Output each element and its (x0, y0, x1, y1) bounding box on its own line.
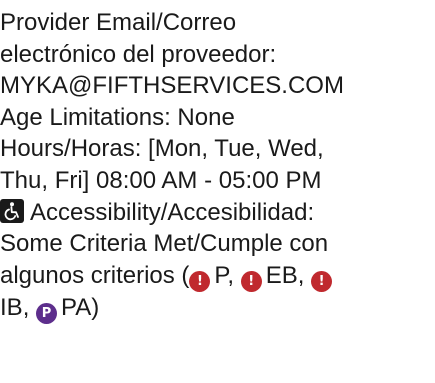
criteria-code-ib: IB (0, 293, 23, 321)
age-limitations: Age Limitations: None (0, 103, 235, 131)
exclamation-circle-icon: ! (311, 270, 333, 292)
accessibility-label: Accessibility/Accesibilidad: (30, 198, 315, 226)
hours-line1: Hours/Horas: [Mon, Tue, Wed, (0, 135, 324, 163)
wheelchair-icon (0, 198, 24, 223)
accessibility-status: Some Criteria Met/Cumple con (0, 230, 329, 258)
accessibility-criteria-line-2: IB, P PA) (0, 292, 435, 324)
exclamation-circle-icon: ! (189, 270, 211, 292)
criteria-separator: , (22, 293, 37, 321)
parking-circle-icon: P (36, 302, 58, 324)
accessibility-heading: Accessibility/Accesibilidad: (0, 197, 435, 229)
hours-line2: Thu, Fri] 08:00 AM - 05:00 PM (0, 166, 322, 194)
criteria-code-pa: PA (61, 293, 92, 321)
criteria-code-eb: EB (265, 261, 298, 289)
accessibility-criteria-line: algunos criterios (! P, ! EB, ! (0, 260, 435, 292)
provider-email-label-line1: Provider Email/Correo (0, 9, 237, 36)
criteria-close: ) (91, 293, 100, 321)
exclamation-circle-icon: ! (240, 270, 262, 292)
criteria-prefix: algunos criterios ( (0, 261, 190, 289)
provider-info-card: Provider Email/Correo electrónico del pr… (0, 0, 435, 324)
criteria-code-p: P (214, 261, 228, 289)
provider-email-value: MYKA@FIFTHSERVICES.COM (0, 72, 344, 100)
provider-email-label-line2: electrónico del proveedor: (0, 40, 277, 68)
criteria-separator: , (227, 261, 241, 289)
criteria-separator: , (297, 261, 312, 289)
